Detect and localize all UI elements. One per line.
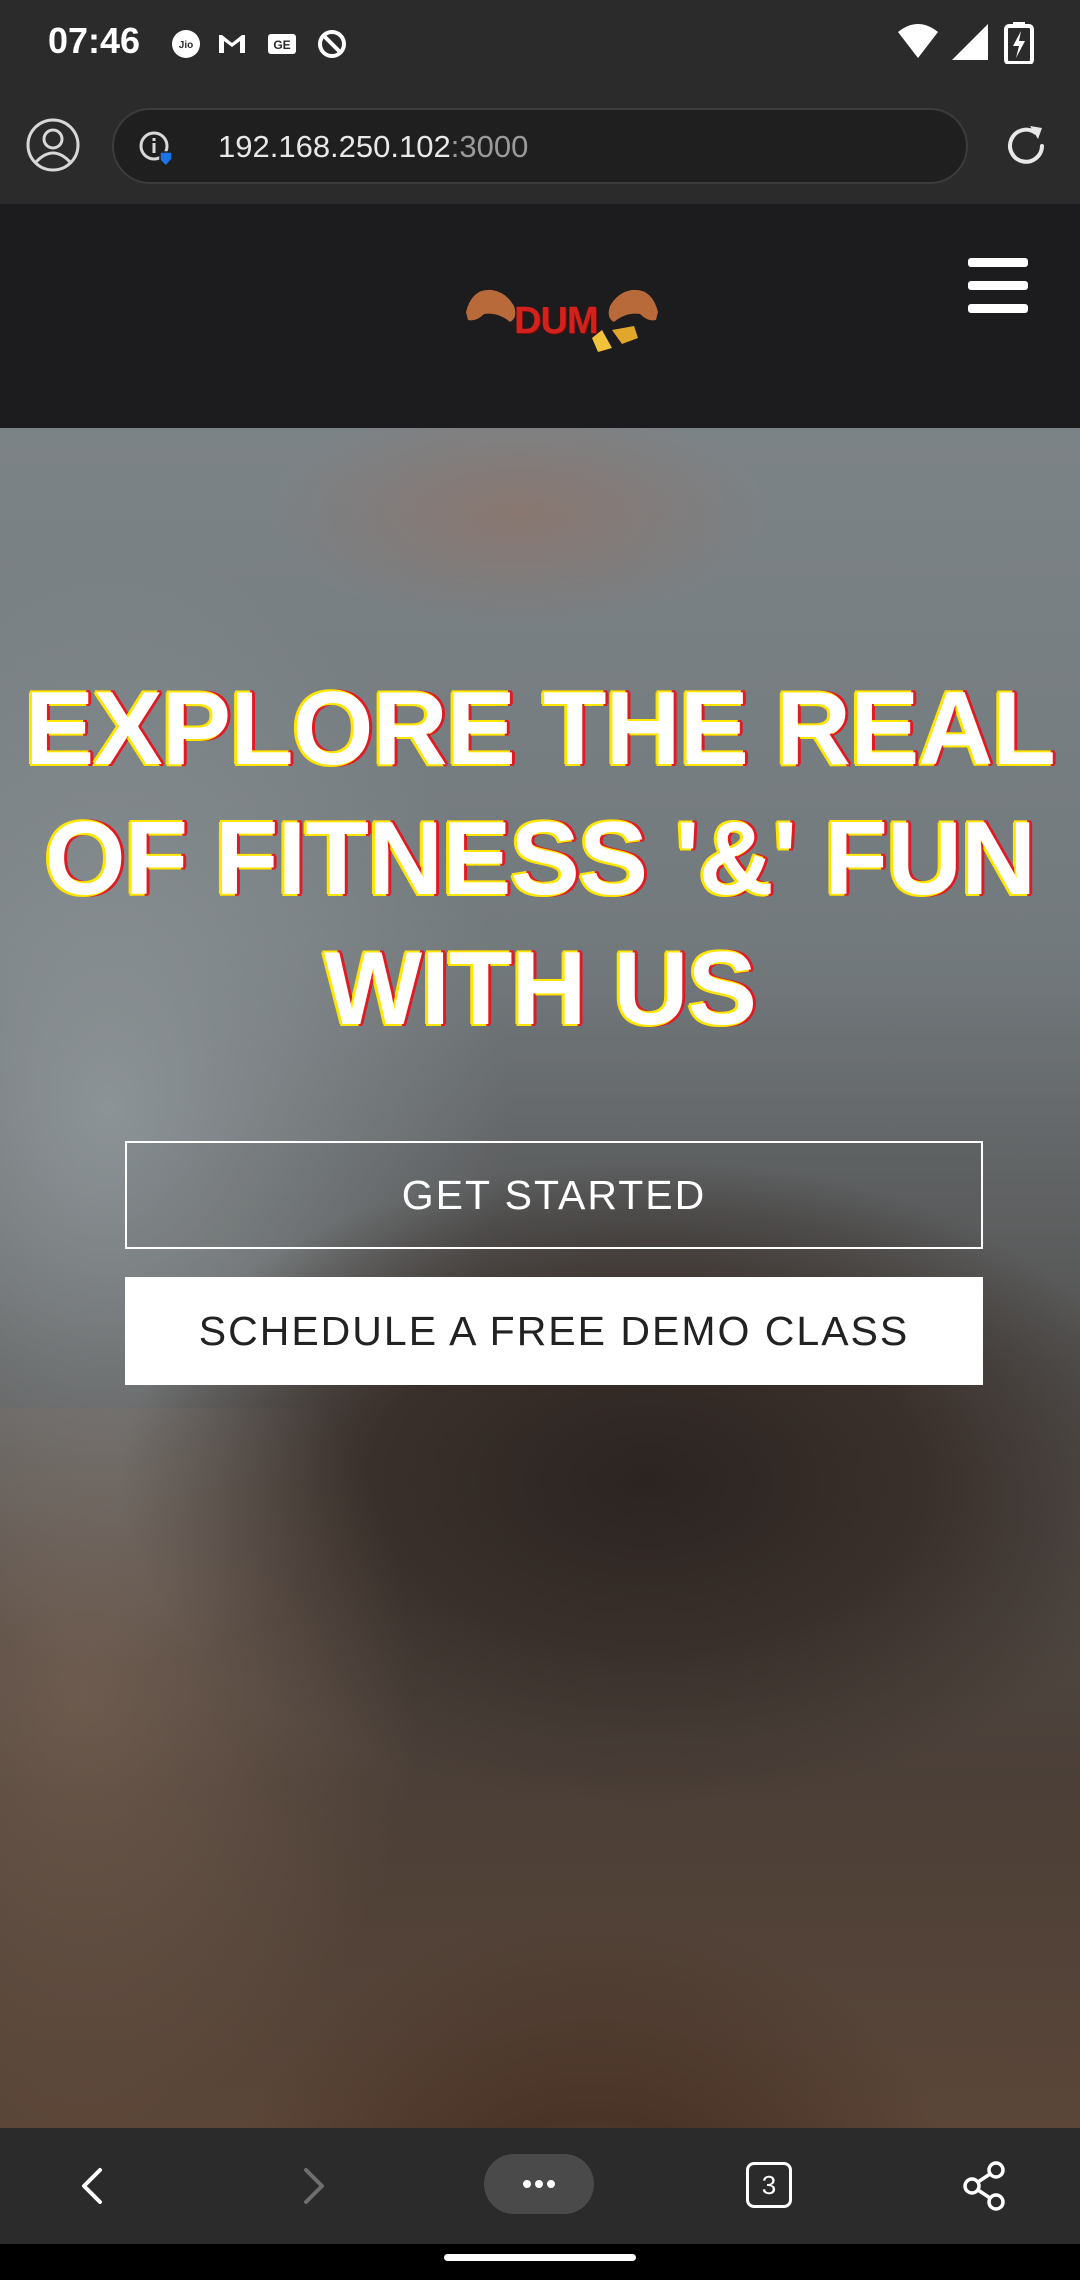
svg-text:Jio: Jio: [179, 40, 193, 51]
schedule-demo-class-button[interactable]: SCHEDULE A FREE DEMO CLASS: [125, 1277, 983, 1385]
hero-headline: EXPLORE THE REAL OF FITNESS '&' FUN WITH…: [0, 664, 1080, 1054]
status-time: 07:46: [48, 20, 141, 61]
hamburger-menu-icon[interactable]: [968, 258, 1028, 314]
headline-line: WITH US: [323, 931, 757, 1047]
svg-text:GE: GE: [273, 38, 290, 52]
wifi-icon: [898, 24, 938, 58]
profile-icon[interactable]: [26, 118, 80, 172]
url-field[interactable]: 192.168.250.102:3000: [112, 108, 968, 184]
browser-bottom-toolbar: 3: [0, 2128, 1080, 2244]
hero-section: EXPLORE THE REAL OF FITNESS '&' FUN WITH…: [0, 428, 1080, 2128]
site-info-icon[interactable]: [138, 130, 174, 166]
tabs-count-button[interactable]: 3: [746, 2162, 792, 2208]
url-port: :3000: [450, 129, 529, 164]
site-logo[interactable]: DUM: [462, 282, 662, 362]
headline-line: OF FITNESS '&' FUN: [44, 801, 1037, 917]
url-text: 192.168.250.102:3000: [218, 129, 528, 165]
back-icon[interactable]: [66, 2158, 122, 2214]
logo-text: DUM: [514, 300, 599, 342]
browser-address-bar: 192.168.250.102:3000: [0, 88, 1080, 204]
news-icon: GE: [268, 34, 296, 54]
status-bar: 07:46 Jio GE: [0, 0, 1080, 88]
headline-line: EXPLORE THE REAL: [25, 671, 1056, 787]
site-header: DUM: [0, 204, 1080, 428]
at-sign-icon: [318, 30, 346, 58]
more-menu-button[interactable]: [484, 2154, 594, 2214]
reload-icon[interactable]: [1002, 122, 1050, 170]
gesture-nav-area: [0, 2244, 1080, 2280]
more-dots-icon: [523, 2180, 555, 2188]
jio-icon: Jio: [172, 30, 200, 58]
home-indicator[interactable]: [444, 2254, 636, 2261]
battery-charging-icon: [1004, 22, 1034, 64]
cell-signal-icon: [952, 24, 988, 60]
url-host: 192.168.250.102: [218, 129, 451, 164]
forward-icon[interactable]: [284, 2158, 340, 2214]
gmail-icon: [219, 35, 245, 53]
hero-background-image: [0, 1408, 420, 2128]
get-started-button[interactable]: GET STARTED: [125, 1141, 983, 1249]
share-icon[interactable]: [958, 2158, 1014, 2214]
